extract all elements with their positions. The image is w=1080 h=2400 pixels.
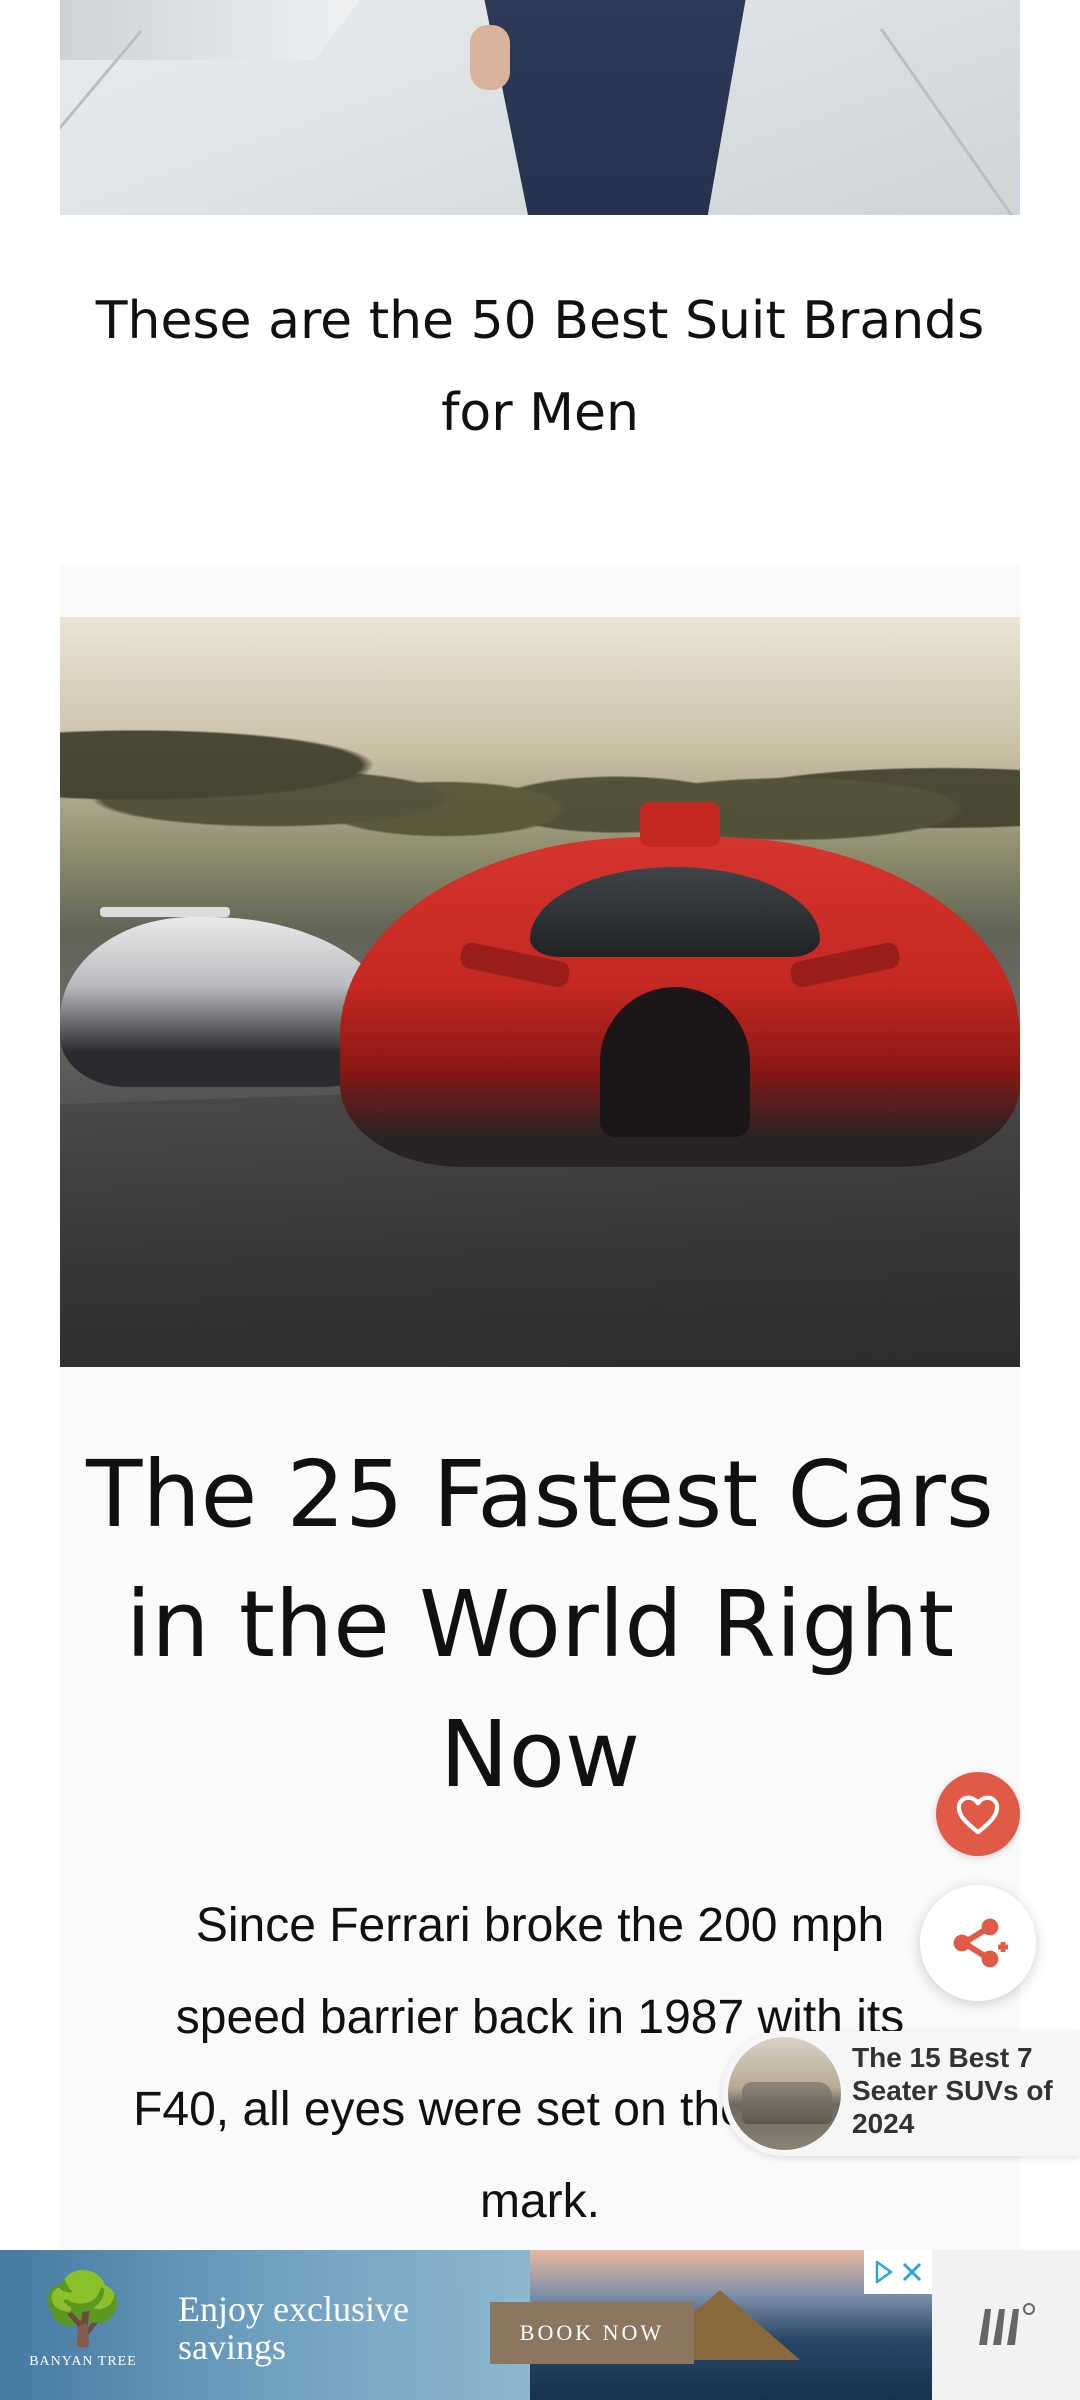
road-line — [880, 28, 1020, 215]
page: These are the 50 Best Suit Brands for Me… — [0, 0, 1080, 2400]
suit-figure — [484, 0, 746, 215]
building-shape — [60, 0, 360, 60]
windshield — [530, 867, 820, 957]
close-icon — [902, 2262, 921, 2282]
banner-ad[interactable]: 🌳 BANYAN TREE Enjoy exclusive savings BO… — [0, 2250, 932, 2400]
book-now-button[interactable]: BOOK NOW — [490, 2302, 694, 2364]
suit-article-title[interactable]: These are the 50 Best Suit Brands for Me… — [60, 275, 1020, 459]
suit-article-image[interactable] — [60, 0, 1020, 215]
car-article-image[interactable] — [60, 617, 1020, 1367]
suv-shape — [742, 2082, 832, 2124]
red-car — [340, 802, 1020, 1167]
rear-wing — [100, 907, 230, 917]
roof-scoop — [640, 802, 720, 847]
recommended-article-popup[interactable]: The 15 Best 7 Seater SUVs of 2024 — [722, 2031, 1080, 2156]
share-button[interactable] — [920, 1885, 1036, 2001]
ad-logo: 🌳 BANYAN TREE — [18, 2264, 148, 2390]
recommended-thumbnail — [728, 2037, 841, 2150]
tree-icon: 🌳 — [39, 2270, 127, 2348]
publisher-logo-icon — [979, 2303, 1035, 2345]
hand-figure — [470, 25, 510, 90]
favorite-button[interactable] — [936, 1772, 1020, 1856]
heart-icon — [956, 1795, 1000, 1835]
ad-close-button[interactable] — [864, 2250, 932, 2294]
horseshoe-grille — [600, 987, 750, 1137]
ad-brand: BANYAN TREE — [29, 2354, 137, 2369]
ad-side-panel — [932, 2250, 1080, 2400]
share-icon — [953, 1918, 1008, 1968]
adchoices-icon — [875, 2260, 892, 2284]
car-article-title[interactable]: The 25 Fastest Cars in the World Right N… — [60, 1430, 1020, 1820]
recommended-title: The 15 Best 7 Seater SUVs of 2024 — [852, 2042, 1053, 2139]
ad-tagline: Enjoy exclusive savings — [178, 2289, 409, 2367]
